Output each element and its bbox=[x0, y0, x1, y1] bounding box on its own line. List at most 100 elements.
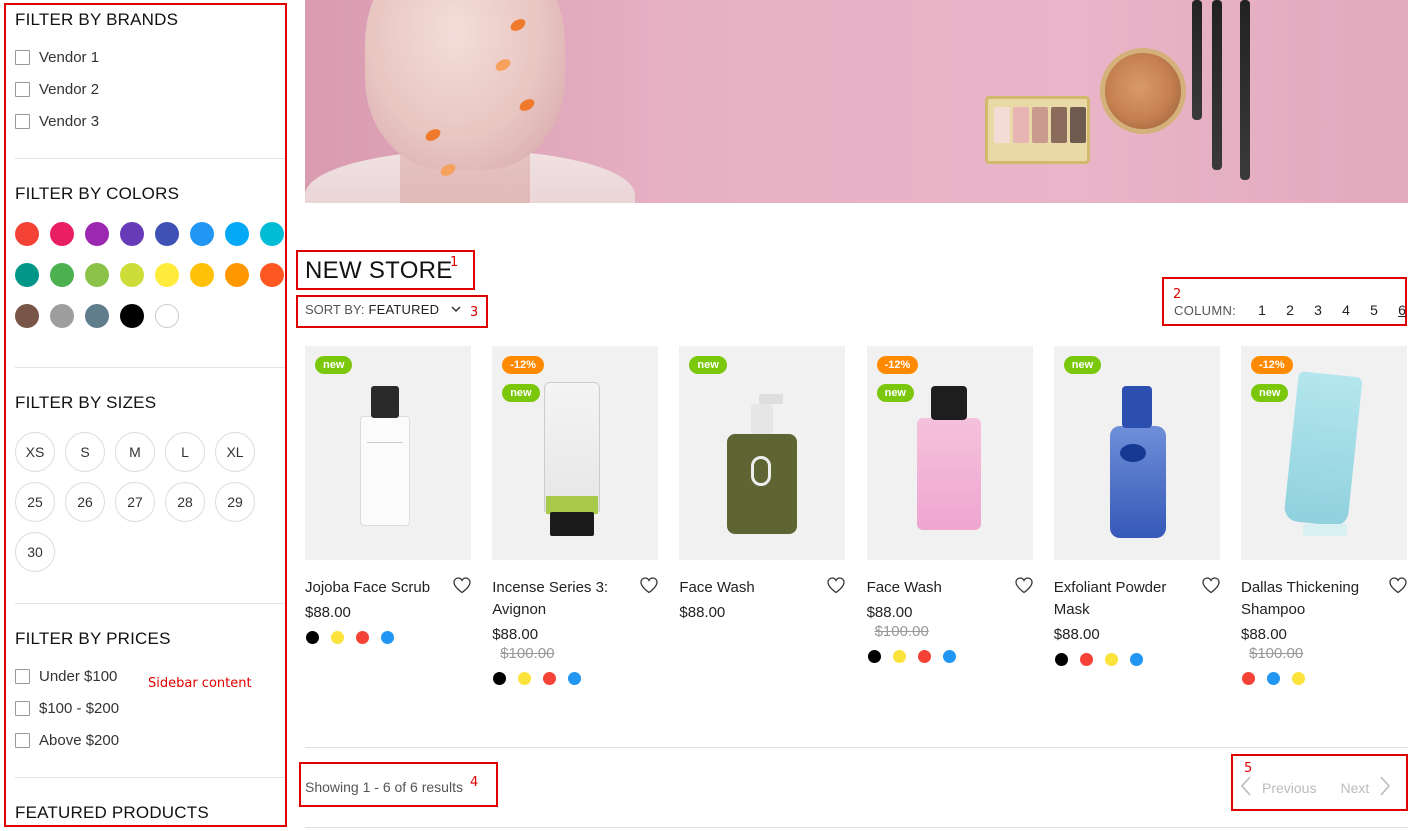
checkbox[interactable] bbox=[15, 113, 30, 129]
color-swatch[interactable] bbox=[120, 263, 144, 287]
wishlist-heart-icon[interactable] bbox=[1202, 577, 1220, 595]
size-option[interactable]: 27 bbox=[115, 482, 155, 522]
price-label: $100 - $200 bbox=[39, 699, 120, 717]
size-option[interactable]: 28 bbox=[165, 482, 205, 522]
color-swatch[interactable] bbox=[15, 222, 39, 246]
product-color-dot[interactable] bbox=[867, 650, 881, 663]
product-image[interactable]: new bbox=[679, 346, 846, 560]
wishlist-heart-icon[interactable] bbox=[1389, 577, 1407, 595]
column-option-4[interactable]: 4 bbox=[1332, 302, 1360, 318]
color-swatch[interactable] bbox=[225, 222, 249, 246]
wishlist-heart-icon[interactable] bbox=[827, 577, 846, 595]
column-option-6[interactable]: 6 bbox=[1388, 302, 1416, 318]
product-color-dot[interactable] bbox=[1129, 653, 1143, 666]
previous-button[interactable]: Previous bbox=[1240, 776, 1316, 799]
wishlist-heart-icon[interactable] bbox=[640, 577, 658, 595]
product-color-dot[interactable] bbox=[493, 672, 507, 685]
color-swatch[interactable] bbox=[120, 304, 144, 328]
color-swatch[interactable] bbox=[15, 263, 39, 287]
brand-vendor-3[interactable]: Vendor 3 bbox=[15, 105, 283, 137]
annotation-number: 4 bbox=[470, 775, 479, 790]
sidebar: FILTER BY BRANDS Vendor 1 Vendor 2 Vendo… bbox=[4, 3, 287, 827]
product-color-dot[interactable] bbox=[356, 631, 369, 644]
size-option[interactable]: XL bbox=[215, 432, 255, 472]
size-option[interactable]: 26 bbox=[65, 482, 105, 522]
product-name[interactable]: Incense Series 3: Avignon bbox=[492, 577, 632, 621]
product-card[interactable]: new Jojoba Face Scrub $88.00 bbox=[305, 346, 471, 644]
color-swatch[interactable] bbox=[50, 222, 74, 246]
product-image[interactable]: -12% new bbox=[492, 346, 659, 560]
filter-brands: FILTER BY BRANDS Vendor 1 Vendor 2 Vendo… bbox=[15, 10, 283, 137]
price-100-200[interactable]: $100 - $200 bbox=[15, 692, 283, 724]
column-option-3[interactable]: 3 bbox=[1304, 302, 1332, 318]
product-color-dot[interactable] bbox=[543, 672, 557, 685]
product-card[interactable]: new Face Wash $88.00 bbox=[679, 346, 846, 621]
checkbox[interactable] bbox=[15, 732, 30, 748]
product-color-dot[interactable] bbox=[1242, 672, 1255, 685]
product-color-dot[interactable] bbox=[381, 631, 394, 644]
wishlist-heart-icon[interactable] bbox=[453, 577, 471, 595]
product-name[interactable]: Face Wash bbox=[867, 577, 1007, 599]
wishlist-heart-icon[interactable] bbox=[1014, 577, 1033, 595]
product-color-dot[interactable] bbox=[331, 631, 344, 644]
size-option[interactable]: 25 bbox=[15, 482, 55, 522]
size-option[interactable]: XS bbox=[15, 432, 55, 472]
next-button[interactable]: Next bbox=[1340, 776, 1391, 799]
color-swatch[interactable] bbox=[155, 222, 179, 246]
product-color-dot[interactable] bbox=[1079, 653, 1093, 666]
product-card[interactable]: -12% new Dallas Thickening Shampoo $88.00 $1… bbox=[1241, 346, 1407, 685]
product-color-dot[interactable] bbox=[568, 672, 582, 685]
product-image[interactable]: new bbox=[1053, 346, 1220, 560]
color-swatch[interactable] bbox=[50, 304, 74, 328]
product-image[interactable]: -12% new bbox=[1241, 346, 1407, 560]
color-swatch[interactable] bbox=[85, 263, 109, 287]
price-above-200[interactable]: Above $200 bbox=[15, 724, 283, 756]
column-option-2[interactable]: 2 bbox=[1276, 302, 1304, 318]
brand-vendor-1[interactable]: Vendor 1 bbox=[15, 41, 283, 73]
color-swatch[interactable] bbox=[190, 263, 214, 287]
product-name[interactable]: Dallas Thickening Shampoo bbox=[1241, 577, 1381, 621]
product-card[interactable]: new Exfoliant Powder Mask $88.00 bbox=[1053, 346, 1220, 666]
color-swatch[interactable] bbox=[50, 263, 74, 287]
color-swatch[interactable] bbox=[225, 263, 249, 287]
color-swatch[interactable] bbox=[85, 304, 109, 328]
product-color-dot[interactable] bbox=[1292, 672, 1305, 685]
size-option[interactable]: 29 bbox=[215, 482, 255, 522]
product-color-dot[interactable] bbox=[1267, 672, 1280, 685]
color-swatch[interactable] bbox=[260, 263, 284, 287]
product-color-dot[interactable] bbox=[306, 631, 319, 644]
product-name[interactable]: Exfoliant Powder Mask bbox=[1054, 577, 1194, 621]
color-swatch[interactable] bbox=[190, 222, 214, 246]
product-name[interactable]: Face Wash bbox=[679, 577, 819, 599]
checkbox[interactable] bbox=[15, 668, 30, 684]
size-option[interactable]: L bbox=[165, 432, 205, 472]
color-swatch[interactable] bbox=[15, 304, 39, 328]
color-swatch[interactable] bbox=[260, 222, 284, 246]
product-color-dot[interactable] bbox=[942, 650, 956, 663]
product-image[interactable]: new bbox=[305, 346, 471, 560]
product-card[interactable]: -12% new Incense Series 3: Avignon $88.00 $1… bbox=[492, 346, 659, 685]
product-name[interactable]: Jojoba Face Scrub bbox=[305, 577, 445, 599]
color-swatch[interactable] bbox=[155, 263, 179, 287]
sort-dropdown[interactable]: SORT BY: FEATURED bbox=[305, 302, 461, 317]
size-option[interactable]: S bbox=[65, 432, 105, 472]
product-color-dot[interactable] bbox=[1104, 653, 1118, 666]
checkbox[interactable] bbox=[15, 700, 30, 716]
color-swatch[interactable] bbox=[120, 222, 144, 246]
color-swatch[interactable] bbox=[155, 304, 179, 328]
product-color-dot[interactable] bbox=[917, 650, 931, 663]
size-option[interactable]: M bbox=[115, 432, 155, 472]
checkbox[interactable] bbox=[15, 81, 30, 97]
column-option-5[interactable]: 5 bbox=[1360, 302, 1388, 318]
color-swatch[interactable] bbox=[85, 222, 109, 246]
promo-banner[interactable] bbox=[305, 0, 1408, 203]
product-card[interactable]: -12% new Face Wash $88.00 $100.00 bbox=[866, 346, 1033, 663]
size-option[interactable]: 30 bbox=[15, 532, 55, 572]
checkbox[interactable] bbox=[15, 49, 30, 65]
product-color-dot[interactable] bbox=[1054, 653, 1068, 666]
product-color-dot[interactable] bbox=[892, 650, 906, 663]
product-color-dot[interactable] bbox=[518, 672, 532, 685]
brand-vendor-2[interactable]: Vendor 2 bbox=[15, 73, 283, 105]
product-image[interactable]: -12% new bbox=[866, 346, 1033, 560]
column-option-1[interactable]: 1 bbox=[1248, 302, 1276, 318]
